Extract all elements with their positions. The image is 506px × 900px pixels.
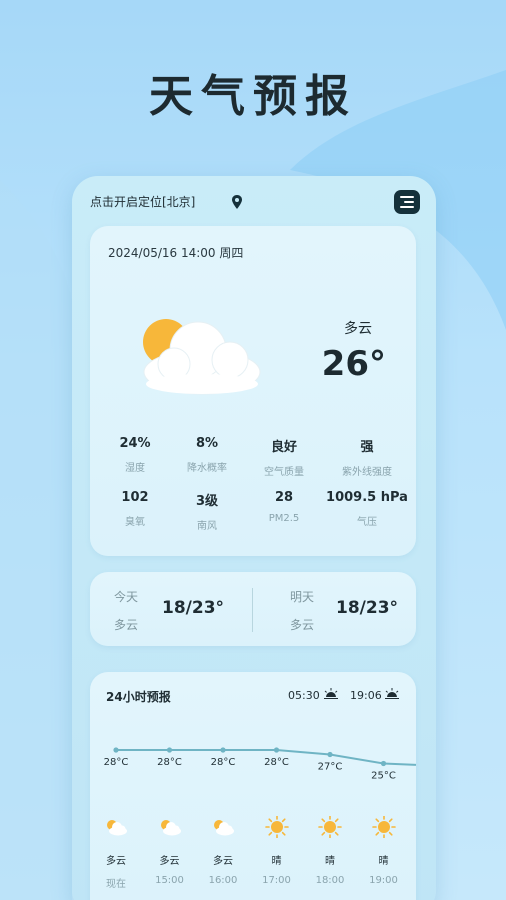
hourly-temperature-chart: 28°C 28°C 28°C 28°C 27°C 25°C <box>104 747 417 782</box>
stat-label: 空气质量 <box>264 467 304 478</box>
hourly-condition: 晴 <box>271 856 282 867</box>
tomorrow-condition: 多云 <box>290 618 315 632</box>
range-divider <box>252 588 253 632</box>
tomorrow-temps: 18/23° <box>336 598 399 618</box>
menu-line-icon <box>400 196 414 198</box>
hourly-title: 24小时预报 <box>106 690 171 704</box>
hourly-condition: 多云 <box>213 856 233 867</box>
sun-behind-cloud-icon <box>143 319 261 395</box>
stat-value: 强 <box>360 440 374 455</box>
temperature-point <box>327 751 333 758</box>
stat-air-quality: 良好 空气质量 <box>239 436 329 478</box>
temperature-point <box>220 747 226 753</box>
temperature-label: 27°C <box>318 762 343 773</box>
current-temperature: 26° <box>321 344 386 384</box>
page-headline: 天气预报 <box>149 71 357 122</box>
current-datetime: 2024/05/16 14:00 周四 <box>108 246 244 260</box>
current-weather-card: 2024/05/16 14:00 周四 多云 26° 24% 湿度 8% 降水概… <box>90 226 416 556</box>
stat-label: 气压 <box>357 517 377 528</box>
temperature-point <box>166 747 173 753</box>
hourly-forecast-card: 24小时预报 05:30 19:06 28°C 28°C 28°C 28°C 27°C 2… <box>90 672 417 900</box>
cloudy-icon <box>157 816 183 838</box>
today-condition: 多云 <box>114 618 139 632</box>
phone-frame: 点击开启定位[北京] 2024/05/16 14:00 周四 多云 26° 24… <box>72 176 436 900</box>
tomorrow-label: 明天 <box>290 590 315 604</box>
cloudy-icon <box>210 816 236 838</box>
temperature-label: 28°C <box>157 757 182 768</box>
stat-pressure: 1009.5 hPa 气压 <box>312 490 422 528</box>
temperature-point <box>273 747 280 753</box>
hourly-time: 17:00 <box>262 875 291 886</box>
temperature-label: 28°C <box>104 757 129 768</box>
menu-line-icon <box>400 206 414 208</box>
menu-line-icon <box>404 201 414 203</box>
location-button[interactable]: 点击开启定位[北京] <box>90 193 195 210</box>
stat-uv: 强 紫外线强度 <box>322 436 412 478</box>
temperature-point <box>380 760 387 767</box>
stat-value: 1009.5 hPa <box>326 490 408 505</box>
hourly-condition: 晴 <box>325 856 335 867</box>
temperature-label: 25°C <box>371 771 396 782</box>
temperature-point <box>113 747 119 753</box>
sunrise-time: 05:30 <box>288 689 320 702</box>
temperature-label: 28°C <box>264 757 289 768</box>
cloudy-icon <box>103 816 129 838</box>
sunset-time: 19:06 <box>350 689 382 702</box>
sunny-icon <box>317 815 343 839</box>
sunny-icon <box>264 815 290 839</box>
location-pin-icon[interactable] <box>230 194 244 210</box>
sunset-icon <box>385 688 399 699</box>
hourly-condition: 多云 <box>106 856 126 867</box>
hourly-time: 现在 <box>106 879 126 890</box>
hourly-time: 18:00 <box>315 875 345 886</box>
stat-label: 紫外线强度 <box>342 467 392 478</box>
today-temps: 18/23° <box>162 598 225 618</box>
stat-value: 良好 <box>270 440 297 455</box>
today-label: 今天 <box>114 590 139 604</box>
daily-range-card[interactable]: 今天 多云 18/23° 明天 多云 18/23° <box>90 572 416 646</box>
hourly-time: 16:00 <box>208 875 238 886</box>
hourly-condition: 晴 <box>378 856 389 867</box>
hourly-condition: 多云 <box>159 856 180 867</box>
temperature-label: 28°C <box>211 757 236 768</box>
hourly-time: 15:00 <box>155 875 184 886</box>
hourly-time: 19:00 <box>369 875 398 886</box>
top-bar: 点击开启定位[北京] <box>90 190 420 214</box>
current-condition: 多云 <box>344 321 372 337</box>
sunny-icon <box>371 815 397 839</box>
sunrise-icon <box>324 688 338 699</box>
menu-button[interactable] <box>394 190 420 214</box>
